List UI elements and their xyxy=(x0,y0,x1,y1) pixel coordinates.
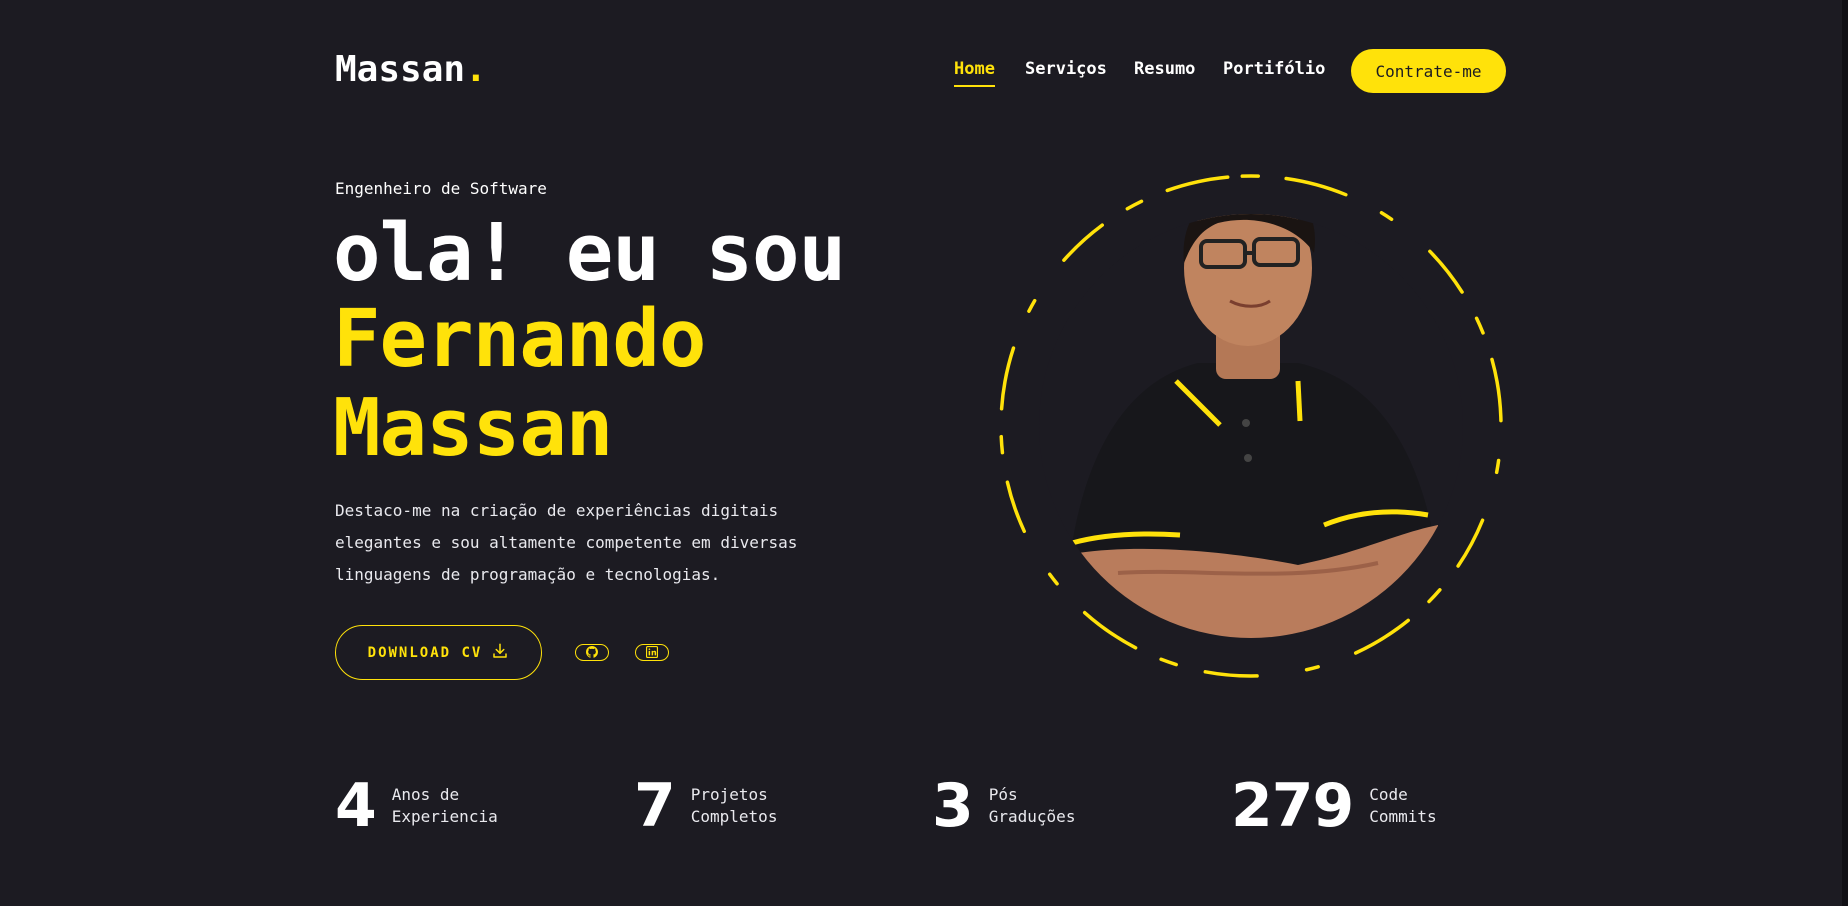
stat-label-line: Completos xyxy=(690,807,778,826)
hire-button[interactable]: Contrate-me xyxy=(1351,49,1506,93)
stat-experience: 4 Anos de Experiencia xyxy=(335,776,498,836)
download-icon xyxy=(491,642,509,664)
nav-item-portifolio[interactable]: Portifólio xyxy=(1223,57,1325,81)
description-line: Destaco-me na criação de experiências di… xyxy=(335,501,779,520)
nav-label-servicos: Serviços xyxy=(1025,59,1107,79)
stat-label-line: Projetos xyxy=(690,785,768,804)
download-cv-label: DOWNLOAD CV xyxy=(367,644,483,661)
hero-last-name: Massan xyxy=(333,382,613,474)
stat-commits: 279 Code Commits xyxy=(1231,776,1437,836)
hero-subtitle: Engenheiro de Software xyxy=(335,179,547,198)
download-cv-button[interactable]: DOWNLOAD CV xyxy=(335,625,542,680)
description-line: elegantes e sou altamente competente em … xyxy=(335,533,798,552)
logo[interactable]: Massan. xyxy=(335,48,487,92)
stat-label-line: Code xyxy=(1369,785,1408,804)
nav-label-portifolio: Portifólio xyxy=(1223,59,1326,79)
stat-label: Anos de Experiencia xyxy=(392,784,498,828)
profile-photo xyxy=(998,173,1504,679)
stat-number: 279 xyxy=(1231,771,1354,841)
stat-projects: 7 Projetos Completos xyxy=(634,776,777,836)
stat-number: 4 xyxy=(335,771,377,841)
logo-text: Massan xyxy=(335,49,466,90)
nav-label-home: Home xyxy=(954,59,995,79)
github-link[interactable] xyxy=(575,644,609,661)
stat-postgrad: 3 Pós Graduções xyxy=(932,776,1075,836)
stat-label-line: Commits xyxy=(1369,807,1437,826)
nav-label-resumo: Resumo xyxy=(1134,59,1196,79)
stat-label: Projetos Completos xyxy=(691,784,778,828)
stat-label: Pós Graduções xyxy=(989,784,1076,828)
nav-item-servicos[interactable]: Serviços xyxy=(1025,57,1107,81)
linkedin-icon xyxy=(646,643,658,662)
nav-item-home[interactable]: Home xyxy=(954,57,995,87)
hero-greeting: ola! eu sou xyxy=(333,207,846,299)
stat-label-line: Anos de xyxy=(391,785,460,804)
stat-label-line: Graduções xyxy=(988,807,1076,826)
nav-active-underline xyxy=(954,85,995,87)
hero-first-name: Fernando xyxy=(333,293,706,385)
stat-label: Code Commits xyxy=(1369,784,1436,828)
description-line: linguagens de programação e tecnologias. xyxy=(335,565,721,584)
stat-number: 7 xyxy=(634,771,676,841)
github-icon xyxy=(586,643,598,662)
linkedin-link[interactable] xyxy=(635,644,669,661)
nav-item-resumo[interactable]: Resumo xyxy=(1134,57,1195,81)
logo-dot: . xyxy=(465,49,487,90)
person-photo xyxy=(1039,214,1463,638)
stat-label-line: Pós xyxy=(988,785,1018,804)
stat-number: 3 xyxy=(932,771,974,841)
hero-description: Destaco-me na criação de experiências di… xyxy=(335,495,855,591)
page: Massan. Home Serviços Resumo Portifólio … xyxy=(0,0,1848,906)
stat-label-line: Experiencia xyxy=(391,807,498,826)
window-edge xyxy=(1842,0,1848,906)
